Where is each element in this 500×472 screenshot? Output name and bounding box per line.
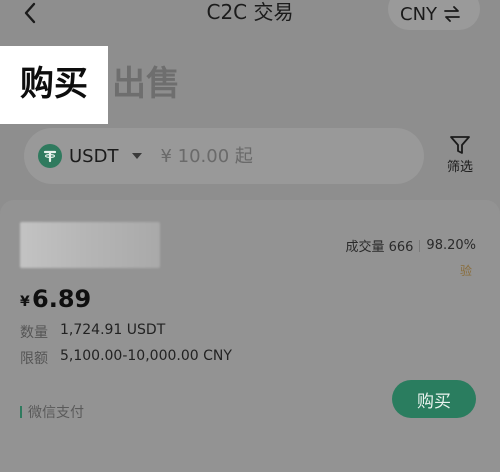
funnel-icon	[450, 136, 470, 154]
payment-method: 微信支付	[20, 402, 84, 422]
limit-label: 限额	[20, 351, 48, 367]
verified-badge: 验	[460, 264, 473, 278]
filter-button[interactable]: 筛选	[438, 134, 482, 184]
payment-method-label: 微信支付	[28, 405, 84, 421]
quantity-value: 1,724.91 USDT	[60, 322, 166, 338]
buy-button[interactable]: 购买	[392, 380, 476, 418]
tether-icon	[38, 144, 62, 168]
merchant-name-blurred[interactable]	[20, 222, 160, 268]
limit-value: 5,100.00-10,000.00 CNY	[60, 348, 232, 364]
coin-label: USDT	[69, 145, 119, 167]
completion-rate: 98.20%	[426, 238, 476, 253]
amount-input[interactable]	[160, 141, 361, 171]
price-currency-symbol: ¥	[20, 294, 30, 310]
filter-label: 筛选	[446, 160, 473, 175]
unit-price: 6.89	[32, 285, 92, 313]
search-bar: USDT	[24, 128, 424, 184]
merchant-stats: 成交量 666 98.20%	[345, 236, 476, 255]
quantity-row: 数量 1,724.91 USDT	[20, 322, 165, 342]
limit-row: 限额 5,100.00-10,000.00 CNY	[20, 348, 232, 368]
payment-indicator	[20, 406, 22, 418]
swap-arrows-icon	[444, 6, 460, 22]
trade-count: 成交量 666	[345, 240, 414, 255]
currency-switch-button[interactable]: CNY	[388, 0, 480, 30]
stats-divider	[419, 239, 421, 252]
tab-sell[interactable]: 出售	[112, 64, 180, 104]
coin-selector[interactable]: USDT	[38, 144, 143, 168]
currency-label: CNY	[400, 3, 438, 25]
tab-buy[interactable]: 购买	[20, 64, 88, 104]
caret-down-icon	[132, 153, 143, 159]
quantity-label: 数量	[20, 325, 48, 341]
c2c-trade-page: C2C 交易 CNY 购买 出售 USDT 筛选	[0, 0, 500, 472]
